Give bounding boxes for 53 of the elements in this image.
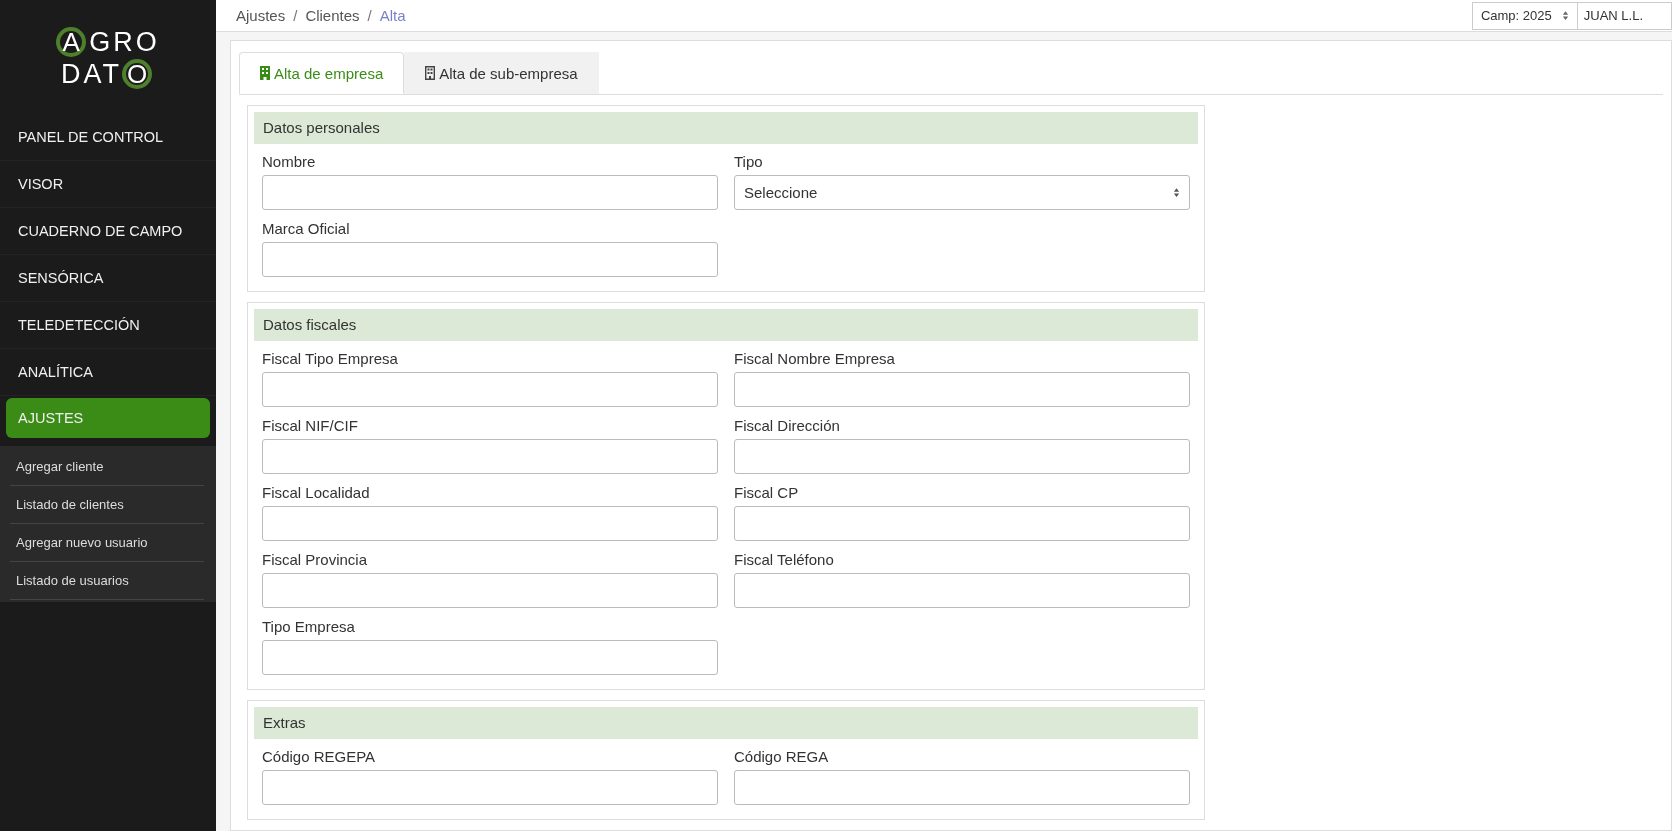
input-field[interactable] bbox=[734, 506, 1190, 541]
input-field[interactable] bbox=[262, 175, 718, 210]
input-field[interactable] bbox=[262, 372, 718, 407]
tab[interactable]: Alta de sub-empresa bbox=[404, 52, 599, 94]
field-label: Fiscal Localidad bbox=[262, 484, 371, 501]
input-field[interactable] bbox=[262, 242, 718, 277]
field-label: Código REGEPA bbox=[262, 748, 377, 765]
field-label: Fiscal Dirección bbox=[734, 417, 841, 434]
input-field[interactable] bbox=[262, 573, 718, 608]
building-icon bbox=[260, 66, 270, 80]
logo-text: DAT bbox=[61, 58, 122, 90]
input-field[interactable] bbox=[734, 372, 1190, 407]
field-label: Código REGA bbox=[734, 748, 830, 765]
input-field[interactable] bbox=[262, 439, 718, 474]
tab[interactable]: Alta de empresa bbox=[239, 52, 405, 94]
input-field[interactable] bbox=[734, 770, 1190, 805]
select-field[interactable]: Seleccione bbox=[734, 175, 1190, 210]
breadcrumb-separator: / bbox=[293, 7, 298, 24]
user-menu[interactable]: JUAN L.L. bbox=[1577, 1, 1672, 30]
breadcrumb-separator: / bbox=[367, 7, 372, 24]
field-label: Tipo Empresa bbox=[262, 618, 356, 635]
field-label: Fiscal CP bbox=[734, 484, 800, 501]
field-label: Nombre bbox=[262, 153, 317, 170]
submenu-item[interactable]: Listado de usuarios bbox=[10, 562, 204, 600]
submenu-item[interactable]: Agregar cliente bbox=[10, 448, 204, 486]
section-header: Datos personales bbox=[254, 112, 1198, 144]
sort-arrows-icon bbox=[1561, 10, 1569, 21]
input-field[interactable] bbox=[262, 770, 718, 805]
field-label: Fiscal NIF/CIF bbox=[262, 417, 359, 434]
section-header: Extras bbox=[254, 707, 1198, 739]
field-label: Fiscal Tipo Empresa bbox=[262, 350, 399, 367]
input-field[interactable] bbox=[734, 573, 1190, 608]
building-icon bbox=[425, 66, 436, 80]
field-label: Fiscal Provincia bbox=[262, 551, 369, 568]
field-label: Fiscal Nombre Empresa bbox=[734, 350, 896, 367]
logo-ringed-letter: A bbox=[56, 27, 87, 57]
input-field[interactable] bbox=[262, 506, 718, 541]
sort-arrows-icon bbox=[1173, 187, 1180, 198]
breadcrumb-link[interactable]: Clientes bbox=[305, 7, 360, 24]
campaign-select[interactable]: Camp: 2025 bbox=[1471, 1, 1578, 30]
field-label: Fiscal Teléfono bbox=[734, 551, 835, 568]
section-header: Datos fiscales bbox=[254, 309, 1198, 341]
submenu-item[interactable]: Listado de clientes bbox=[10, 486, 204, 524]
logo-text: GRO bbox=[89, 26, 160, 58]
field-label: Tipo bbox=[734, 153, 764, 170]
logo-ringed-letter: O bbox=[122, 59, 152, 89]
input-field[interactable] bbox=[262, 640, 718, 675]
field-label: Marca Oficial bbox=[262, 220, 351, 237]
breadcrumb-link[interactable]: Ajustes bbox=[236, 7, 286, 24]
breadcrumb-link[interactable]: Alta bbox=[379, 7, 406, 24]
submenu-item[interactable]: Agregar nuevo usuario bbox=[10, 524, 204, 562]
input-field[interactable] bbox=[734, 439, 1190, 474]
nav-item[interactable]: AJUSTES bbox=[6, 398, 210, 438]
